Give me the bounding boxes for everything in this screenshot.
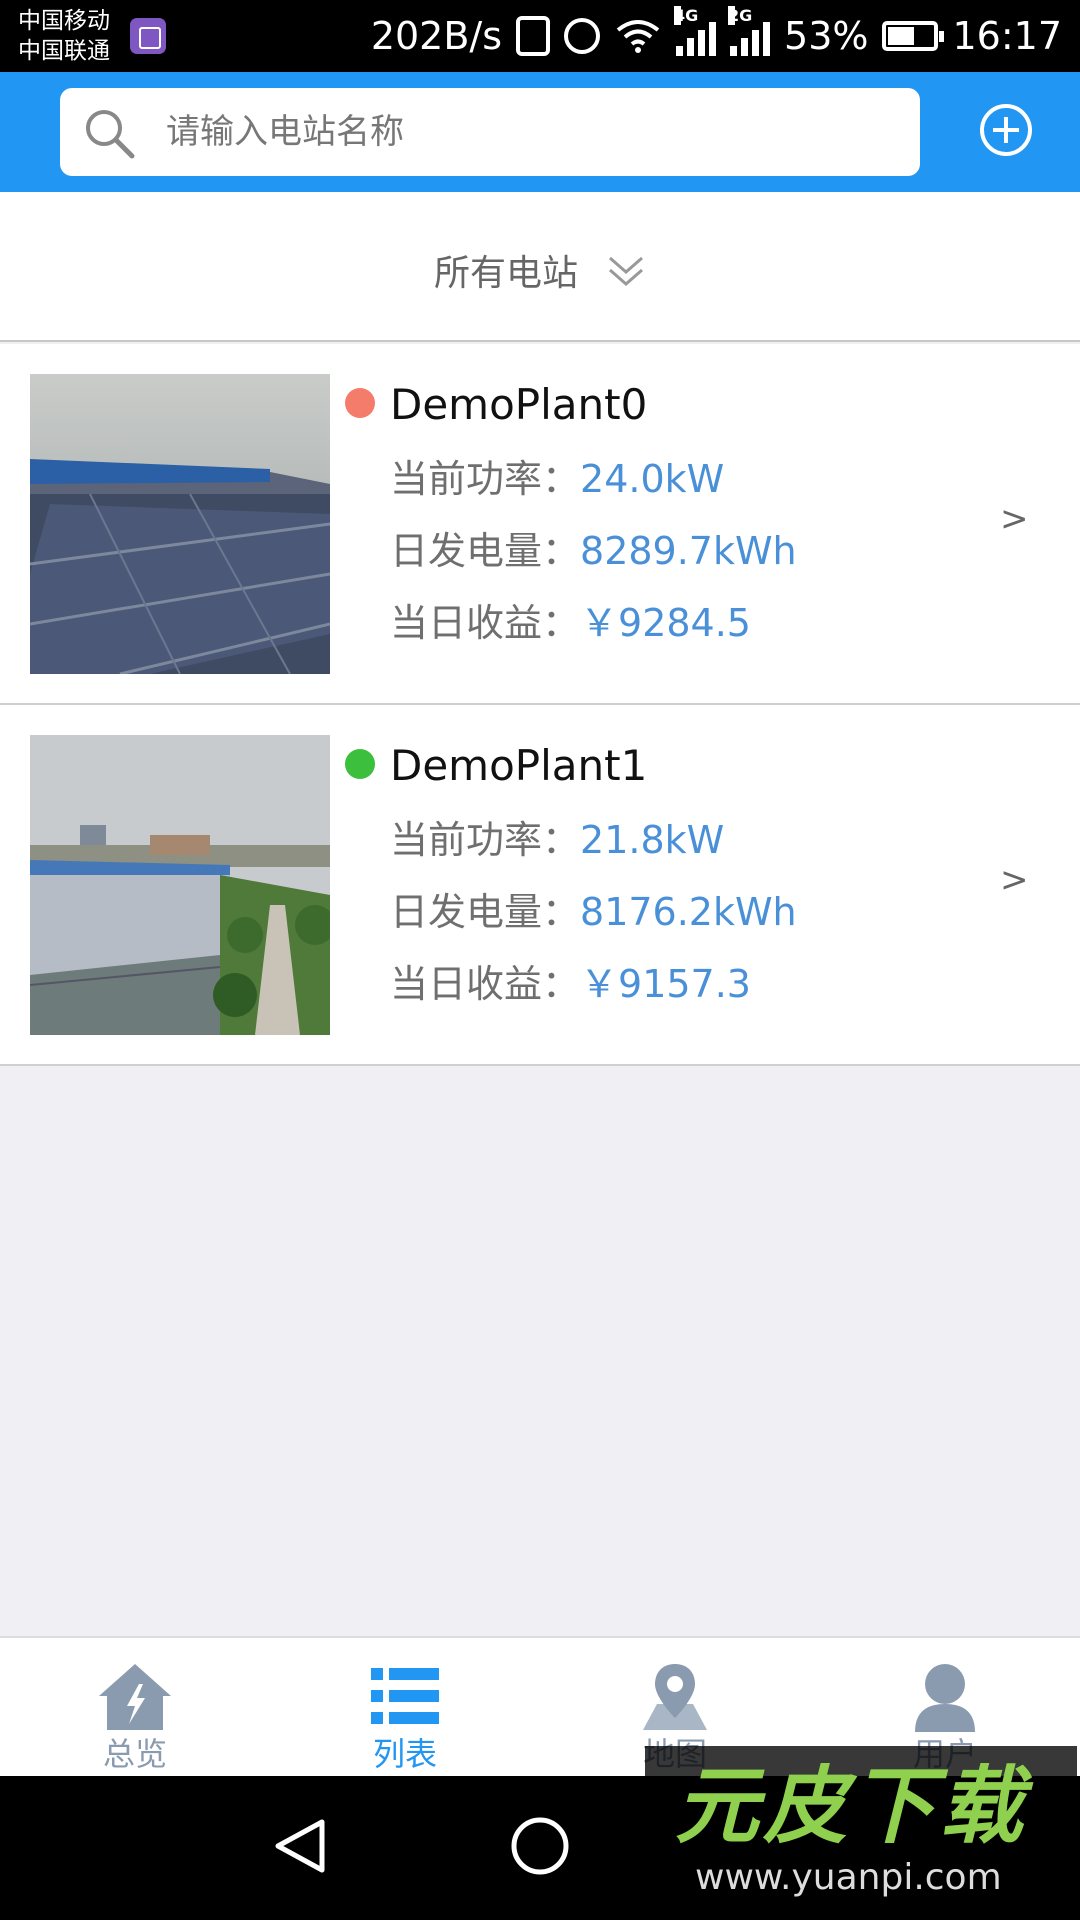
daily-energy: 日发电量：8176.2kWh [390,887,797,937]
watermark-url: www.yuanpi.com [695,1857,1002,1898]
daily-energy-label: 日发电量： [390,529,581,573]
current-power-label: 当前功率： [390,818,581,862]
search-icon [86,110,135,159]
network-type-2: 2G [728,6,753,25]
current-power-value: 21.8kW [580,818,725,862]
daily-energy-value: 8176.2kWh [580,890,797,934]
daily-energy-label: 日发电量： [390,890,581,934]
daily-income-label: 当日收益： [390,962,581,1006]
current-power: 当前功率：21.8kW [390,815,724,865]
filter-bar: 所有电站 [0,192,1080,342]
battery-percent: 53% [784,14,869,58]
map-pin-icon [643,1664,707,1730]
current-power-label: 当前功率： [390,457,581,501]
plant-name: DemoPlant0 [390,380,648,429]
search-input[interactable] [166,88,896,176]
carrier-names: 中国移动 中国联通 [18,6,110,66]
daily-income-value: ￥9284.5 [580,601,751,645]
status-indicators: 202B/s 4G 2G 53% 16:17 [370,6,1062,60]
chevron-down-icon [609,256,643,286]
daily-income-value: ￥9157.3 [580,962,751,1006]
watermark-logo: 元皮下载 www.yuanpi.com [645,1746,1077,1920]
current-power: 当前功率：24.0kW [390,454,724,504]
home-circle-icon[interactable] [500,1806,580,1886]
alarm-icon [564,18,601,54]
tab-overview-label: 总览 [102,1735,167,1773]
signal-4g-icon: 4G [674,6,717,56]
app-header [0,72,1080,192]
current-power-value: 24.0kW [580,457,725,501]
clock: 16:17 [952,14,1062,58]
carrier-2: 中国联通 [18,38,110,64]
user-icon [915,1664,975,1732]
daily-income: 当日收益：￥9284.5 [390,598,751,648]
daily-income-label: 当日收益： [390,601,581,645]
list-icon [371,1668,439,1724]
chevron-right-icon[interactable]: > [1000,494,1029,544]
network-type-1: 4G [674,6,699,25]
plant-list-item[interactable]: DemoPlant1 当前功率：21.8kW 日发电量：8176.2kWh 当日… [0,705,1080,1066]
plant-photo-rooftop-panels [30,374,330,674]
daily-energy: 日发电量：8289.7kWh [390,526,797,576]
plant-photo-factory-roof [30,735,330,1035]
plant-list: DemoPlant0 当前功率：24.0kW 日发电量：8289.7kWh 当日… [0,344,1080,1066]
plant-name: DemoPlant1 [390,741,648,790]
tab-list-label: 列表 [372,1735,437,1773]
plant-list-item[interactable]: DemoPlant0 当前功率：24.0kW 日发电量：8289.7kWh 当日… [0,344,1080,705]
status-bar: 中国移动 中国联通 202B/s 4G 2G 53% 16:17 [0,0,1080,72]
tab-overview[interactable]: 总览 [0,1638,270,1778]
gallery-notification-icon [130,18,166,54]
wifi-icon [616,20,660,53]
filter-label: 所有电站 [433,253,578,294]
vibrate-icon [516,16,551,56]
add-plant-button[interactable] [978,102,1034,158]
home-icon [99,1664,171,1730]
daily-income: 当日收益：￥9157.3 [390,959,751,1009]
search-box[interactable] [60,88,920,176]
plant-status-indicator [345,388,375,418]
daily-energy-value: 8289.7kWh [580,529,797,573]
net-speed: 202B/s [370,14,503,58]
carrier-1: 中国移动 [18,8,110,34]
chevron-right-icon[interactable]: > [1000,855,1029,905]
watermark-title: 元皮下载 [675,1757,1028,1855]
plant-status-indicator [345,749,375,779]
app-screen: 中国移动 中国联通 202B/s 4G 2G 53% 16:17 请输入电站名称… [0,0,1080,1920]
signal-2g-icon: 2G [728,6,771,56]
tab-list[interactable]: 列表 [270,1638,540,1778]
plant-filter-dropdown[interactable]: 所有电站 [0,242,1080,298]
back-icon[interactable] [260,1806,340,1886]
battery-icon [882,21,945,51]
